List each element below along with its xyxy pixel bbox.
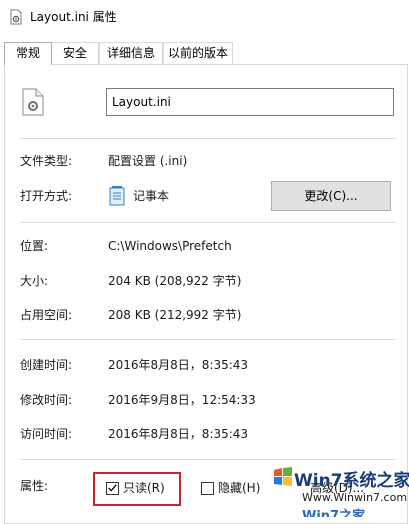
windows-logo-icon: [274, 467, 292, 486]
readonly-label[interactable]: 只读(R): [123, 480, 165, 496]
readonly-checkbox[interactable]: [106, 482, 119, 495]
file-name-input[interactable]: Layout.ini: [106, 88, 394, 116]
separator: [20, 339, 396, 340]
site-watermark: Win7系统之家 Www.Winwin7.com Win7之家: [272, 464, 409, 517]
settings-file-icon: [22, 88, 44, 116]
modified-label: 修改时间:: [20, 393, 73, 407]
separator: [20, 138, 396, 139]
tab-general[interactable]: 常规: [4, 42, 52, 65]
open-with-label: 打开方式:: [20, 189, 73, 203]
file-type-value: 配置设置 (.ini): [108, 154, 188, 168]
tab-details[interactable]: 详细信息: [99, 42, 163, 64]
watermark-url: Www.Winwin7.com: [302, 491, 408, 504]
notepad-icon: [109, 186, 125, 206]
created-value: 2016年8月8日，8:35:43: [108, 358, 249, 372]
tab-security[interactable]: 安全: [51, 42, 99, 64]
change-button[interactable]: 更改(C)...: [271, 181, 391, 211]
checkmark-icon: [108, 484, 117, 492]
general-tab-panel: [4, 64, 408, 524]
tab-previous-versions[interactable]: 以前的版本: [163, 42, 233, 64]
settings-file-icon: [10, 9, 22, 25]
file-type-label: 文件类型:: [20, 154, 73, 168]
window-title: Layout.ini 属性: [30, 10, 117, 24]
created-label: 创建时间:: [20, 358, 73, 372]
accessed-value: 2016年8月8日，8:35:43: [108, 427, 249, 441]
location-value: C:\Windows\Prefetch: [108, 239, 232, 253]
size-on-disk-value: 208 KB (212,992 字节): [108, 308, 242, 322]
separator: [20, 459, 396, 460]
size-value: 204 KB (208,922 字节): [108, 274, 242, 288]
size-label: 大小:: [20, 274, 49, 288]
accessed-label: 访问时间:: [20, 427, 73, 441]
open-with-value: 记事本: [133, 189, 170, 203]
title-bar: Layout.ini 属性: [0, 0, 409, 34]
hidden-checkbox[interactable]: [201, 482, 214, 495]
location-label: 位置:: [20, 239, 49, 253]
watermark-title: Win7系统之家: [294, 471, 409, 491]
hidden-label[interactable]: 隐藏(H): [218, 480, 260, 496]
size-on-disk-label: 占用空间:: [20, 308, 73, 322]
separator: [20, 222, 396, 223]
attributes-label: 属性:: [20, 479, 49, 493]
tab-strip: 常规 安全 详细信息 以前的版本: [0, 42, 409, 65]
modified-value: 2016年9月8日，12:54:33: [108, 393, 256, 407]
watermark-subtitle: Win7之家: [302, 509, 366, 517]
